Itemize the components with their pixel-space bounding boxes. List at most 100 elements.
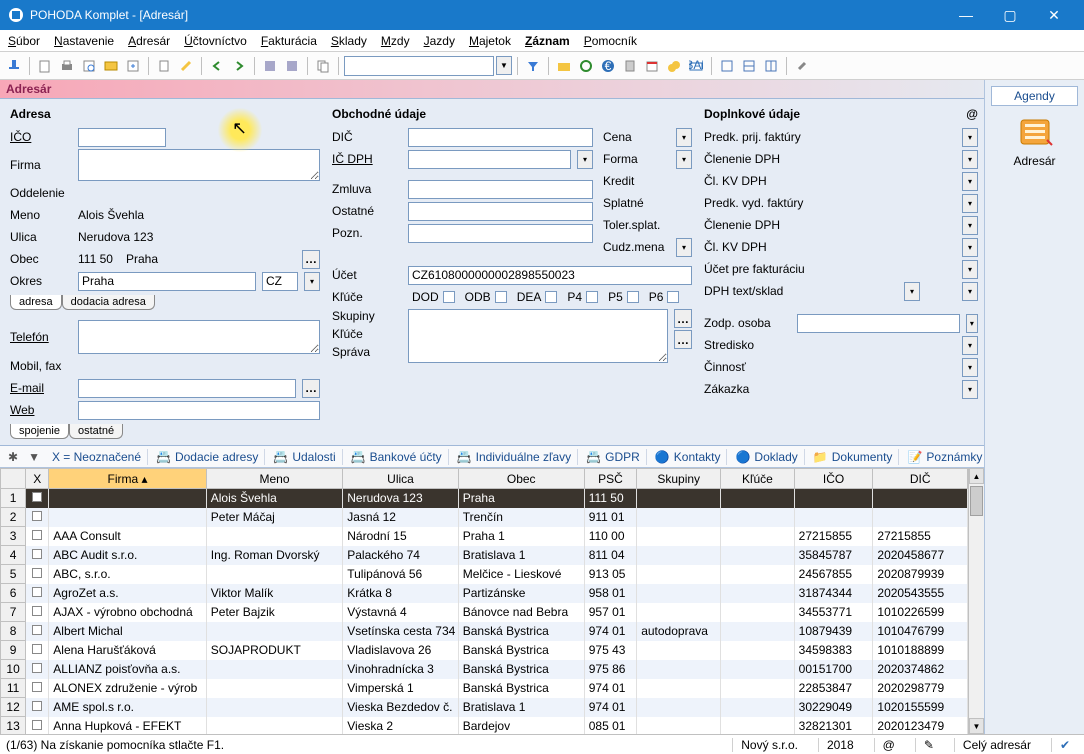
menu-pomocnik[interactable]: Pomocník bbox=[584, 34, 637, 48]
key-odb-checkbox[interactable] bbox=[495, 291, 507, 303]
gtab-doklady[interactable]: 🔵 Doklady bbox=[729, 449, 804, 465]
col-x[interactable]: X bbox=[26, 469, 49, 489]
gtab-gdpr[interactable]: 📇 GDPR bbox=[580, 449, 647, 465]
predk-vyd-dropdown[interactable]: ▾ bbox=[962, 194, 978, 213]
status-ok-icon[interactable]: ✔ bbox=[1051, 738, 1078, 752]
side-head[interactable]: Agendy bbox=[991, 86, 1078, 106]
gtab-dodacie[interactable]: 📇 Dodacie adresy bbox=[150, 449, 265, 465]
tool-edit-icon[interactable] bbox=[176, 56, 196, 76]
key-p5-checkbox[interactable] bbox=[627, 291, 639, 303]
table-row[interactable]: 7AJAX - výrobno obchodnáPeter BajzikVýst… bbox=[1, 603, 968, 622]
row-checkbox[interactable] bbox=[26, 527, 49, 546]
table-row[interactable]: 11ALONEX združenie - výrobVimperská 1Ban… bbox=[1, 679, 968, 698]
country-dropdown[interactable]: ▾ bbox=[304, 272, 320, 291]
tool-save2-icon[interactable] bbox=[282, 56, 302, 76]
tool-grid1-icon[interactable] bbox=[717, 56, 737, 76]
col-ico[interactable]: IČO bbox=[794, 469, 873, 489]
table-row[interactable]: 9Alena HarušťákováSOJAPRODUKTVladislavov… bbox=[1, 641, 968, 660]
cinnost-dropdown[interactable]: ▾ bbox=[962, 358, 978, 377]
tool-refresh-icon[interactable] bbox=[576, 56, 596, 76]
maximize-button[interactable]: ▢ bbox=[988, 0, 1032, 30]
menu-sklady[interactable]: Sklady bbox=[331, 34, 367, 48]
input-ucet[interactable] bbox=[408, 266, 692, 285]
menu-nastavenie[interactable]: Nastavenie bbox=[54, 34, 114, 48]
menu-majetok[interactable]: Majetok bbox=[469, 34, 511, 48]
clkv2-dropdown[interactable]: ▾ bbox=[962, 238, 978, 257]
email-button[interactable]: … bbox=[302, 379, 320, 398]
gtab-poznamky[interactable]: 📝 Poznámky bbox=[901, 449, 984, 465]
side-agenda-icon[interactable] bbox=[1017, 114, 1053, 150]
col-meno[interactable]: Meno bbox=[206, 469, 342, 489]
dph-sklad-dd1[interactable]: ▾ bbox=[904, 282, 920, 301]
input-country[interactable] bbox=[262, 272, 298, 291]
toolbar-search-input[interactable] bbox=[344, 56, 494, 76]
input-zodp[interactable] bbox=[797, 314, 960, 333]
clenenie1-dropdown[interactable]: ▾ bbox=[962, 150, 978, 169]
gtab-dokumenty[interactable]: 📁 Dokumenty bbox=[807, 449, 900, 465]
tool-folder-icon[interactable] bbox=[554, 56, 574, 76]
col-kluce[interactable]: Kľúče bbox=[721, 469, 794, 489]
row-checkbox[interactable] bbox=[26, 698, 49, 717]
vertical-scrollbar[interactable]: ▲ ▼ bbox=[968, 468, 984, 734]
key-p4-checkbox[interactable] bbox=[586, 291, 598, 303]
input-firma[interactable] bbox=[78, 149, 320, 181]
table-row[interactable]: 12AME spol.s r.o.Vieska Bezdedov č.Brati… bbox=[1, 698, 968, 717]
tool-cal-icon[interactable] bbox=[642, 56, 662, 76]
status-at-icon[interactable]: @ bbox=[874, 738, 903, 752]
menu-zaznam[interactable]: Záznam bbox=[525, 34, 570, 48]
input-pozn[interactable] bbox=[408, 224, 593, 243]
tool-new-icon[interactable] bbox=[35, 56, 55, 76]
tool-doc-icon[interactable] bbox=[154, 56, 174, 76]
tab-dodacia[interactable]: dodacia adresa bbox=[62, 295, 155, 310]
icdph-dropdown[interactable]: ▾ bbox=[577, 150, 593, 169]
tool-export-icon[interactable] bbox=[123, 56, 143, 76]
tool-forward-icon[interactable] bbox=[229, 56, 249, 76]
row-checkbox[interactable] bbox=[26, 546, 49, 565]
table-row[interactable]: 3AAA ConsultNárodní 15Praha 1110 0027215… bbox=[1, 527, 968, 546]
menu-jazdy[interactable]: Jazdy bbox=[424, 34, 455, 48]
menu-fakturacia[interactable]: Fakturácia bbox=[261, 34, 317, 48]
tool-wrench-icon[interactable] bbox=[792, 56, 812, 76]
table-row[interactable]: 13Anna Hupková - EFEKTVieska 2Bardejov08… bbox=[1, 717, 968, 735]
col-ulica[interactable]: Ulica bbox=[343, 469, 458, 489]
col-dic[interactable]: DIČ bbox=[873, 469, 968, 489]
menu-subor[interactable]: Súbor bbox=[8, 34, 40, 48]
cena-dropdown[interactable]: ▾ bbox=[676, 128, 692, 147]
key-dea-checkbox[interactable] bbox=[545, 291, 557, 303]
tool-copy-icon[interactable] bbox=[313, 56, 333, 76]
tool-save-icon[interactable] bbox=[260, 56, 280, 76]
row-checkbox[interactable] bbox=[26, 660, 49, 679]
gtab-bankove[interactable]: 📇 Bankové účty bbox=[345, 449, 449, 465]
tool-coins-icon[interactable] bbox=[664, 56, 684, 76]
table-row[interactable]: 2Peter MáčajJasná 12Trenčín911 01 bbox=[1, 508, 968, 527]
zakazka-dropdown[interactable]: ▾ bbox=[962, 380, 978, 399]
tool-grid3-icon[interactable] bbox=[761, 56, 781, 76]
cudzmena-dropdown[interactable]: ▾ bbox=[676, 238, 692, 257]
clkv1-dropdown[interactable]: ▾ bbox=[962, 172, 978, 191]
side-label[interactable]: Adresár bbox=[991, 154, 1078, 168]
grid-filter-label[interactable]: X = Neoznačené bbox=[46, 449, 148, 465]
row-checkbox[interactable] bbox=[26, 641, 49, 660]
row-checkbox[interactable] bbox=[26, 622, 49, 641]
skupiny-button[interactable]: … bbox=[674, 309, 692, 328]
at-icon[interactable]: @ bbox=[966, 107, 978, 121]
table-row[interactable]: 6AgroZet a.s.Viktor MalíkKrátka 8Partizá… bbox=[1, 584, 968, 603]
input-dic[interactable] bbox=[408, 128, 593, 147]
row-checkbox[interactable] bbox=[26, 489, 49, 508]
tool-calc-icon[interactable] bbox=[620, 56, 640, 76]
tool-back-icon[interactable] bbox=[207, 56, 227, 76]
col-rownum[interactable] bbox=[1, 469, 26, 489]
tool-print-icon[interactable] bbox=[57, 56, 77, 76]
row-checkbox[interactable] bbox=[26, 584, 49, 603]
gtab-zlavy[interactable]: 📇 Individuálne zľavy bbox=[451, 449, 579, 465]
grid-filter-icon[interactable]: ▼ bbox=[24, 450, 44, 464]
row-checkbox[interactable] bbox=[26, 565, 49, 584]
gtab-kontakty[interactable]: 🔵 Kontakty bbox=[649, 449, 728, 465]
scroll-down-icon[interactable]: ▼ bbox=[969, 718, 984, 734]
ucet-fakt-dropdown[interactable]: ▾ bbox=[962, 260, 978, 279]
grid-star-icon[interactable]: ✱ bbox=[4, 450, 22, 464]
close-button[interactable]: ✕ bbox=[1032, 0, 1076, 30]
col-firma[interactable]: Firma ▴ bbox=[49, 469, 206, 489]
input-email[interactable] bbox=[78, 379, 296, 398]
table-row[interactable]: 10ALLIANZ poisťovňa a.s.Vinohradnícka 3B… bbox=[1, 660, 968, 679]
